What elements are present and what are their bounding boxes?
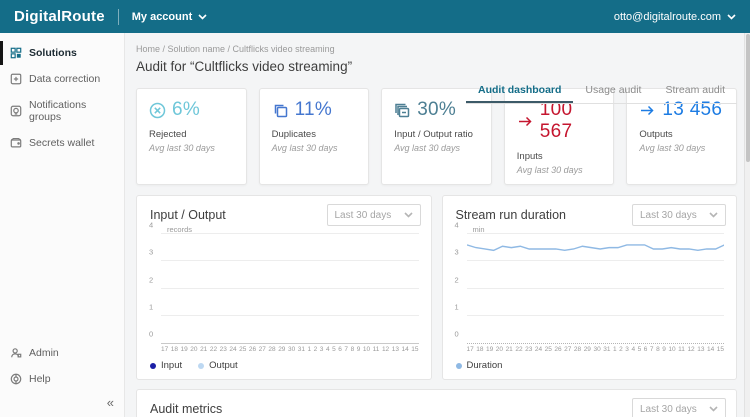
- kpi-label: Input / Output ratio: [394, 129, 473, 140]
- wallet-icon: [10, 137, 22, 148]
- copy-icon: [274, 104, 287, 117]
- tab-bar: Audit dashboard Usage audit Stream audit: [466, 79, 737, 104]
- charts-row: Input / Output Last 30 days 0 1 2 3 4 records…: [136, 195, 737, 380]
- kpi-value: 100 567: [539, 99, 573, 142]
- sidebar-collapse-button[interactable]: «: [107, 396, 114, 409]
- y-axis-unit: min: [472, 225, 485, 234]
- circle-cross-icon: [149, 102, 166, 118]
- legend-item: Input: [150, 360, 182, 371]
- kpi-label: Inputs: [516, 151, 543, 162]
- panel-title: Audit metrics: [150, 402, 223, 416]
- range-select[interactable]: Last 30 days: [632, 204, 726, 226]
- kpi-subtext: Avg last 30 days: [639, 143, 706, 153]
- admin-user-icon: [11, 348, 22, 358]
- kpi-subtext: Avg last 30 days: [516, 165, 583, 175]
- legend-item: Output: [198, 360, 238, 371]
- brand-logo: DigitalRoute: [14, 8, 105, 25]
- notifications-icon: [10, 105, 22, 117]
- stream-run-duration-panel: Stream run duration Last 30 days 0 1 2 3 4 mi…: [441, 195, 737, 380]
- chevron-down-icon: [198, 13, 207, 20]
- x-axis-labels: 17 18 19 20 21 22 23 24 25 26 27 28 29 30 31 1 2 3 4 5 6 7 8 9 1…: [161, 346, 419, 353]
- kpi-label: Rejected: [149, 129, 187, 140]
- help-buoy-icon: [10, 373, 22, 385]
- audit-metrics-panel: Audit metrics Last 30 days 4 records: [136, 389, 737, 417]
- my-account-menu[interactable]: My account: [132, 11, 208, 23]
- my-account-label: My account: [131, 10, 193, 23]
- sidebar-item-secrets-wallet[interactable]: Secrets wallet: [0, 130, 124, 156]
- sidebar-item-solutions[interactable]: Solutions: [0, 40, 124, 66]
- kpi-card-rejected: 6% Rejected Avg last 30 days: [136, 88, 247, 185]
- y-axis-unit: records: [167, 225, 193, 234]
- tab-stream-audit[interactable]: Stream audit: [653, 79, 737, 103]
- chevron-down-icon: [709, 406, 718, 412]
- copies-minus-icon: [395, 103, 410, 117]
- range-select[interactable]: Last 30 days: [632, 398, 726, 417]
- scrollbar-thumb[interactable]: [746, 34, 750, 162]
- sidebar-item-admin[interactable]: Admin: [0, 340, 124, 366]
- kpi-card-duplicates: 11% Duplicates Avg last 30 days: [258, 88, 370, 185]
- range-select[interactable]: Last 30 days: [326, 204, 421, 226]
- main-content: Home / Solution name / Cultflicks video …: [125, 33, 750, 417]
- kpi-value: 6%: [172, 99, 201, 120]
- user-email: otto@digitalroute.com: [613, 10, 721, 23]
- sidebar-item-label: Help: [29, 373, 51, 385]
- sidebar: Solutions Data correction Notifications …: [0, 33, 125, 417]
- sidebar-item-label: Notifications groups: [29, 99, 87, 123]
- top-bar: DigitalRoute My account otto@digitalrout…: [0, 0, 750, 33]
- kpi-value: 11%: [294, 99, 333, 120]
- breadcrumb[interactable]: Home / Solution name / Cultflicks video …: [136, 44, 737, 54]
- sidebar-item-notifications-groups[interactable]: Notifications groups: [0, 92, 124, 130]
- chevron-down-icon: [709, 212, 718, 218]
- tab-audit-dashboard[interactable]: Audit dashboard: [466, 79, 573, 103]
- arrow-right-icon: [641, 105, 654, 115]
- sidebar-item-label: Admin: [29, 347, 59, 359]
- bar-chart: 0 1 2 3 4 records: [149, 221, 419, 344]
- sidebar-item-label: Solutions: [29, 47, 77, 59]
- sidebar-footer: Admin Help «: [0, 340, 124, 417]
- x-axis-labels: 17 18 19 20 21 22 23 24 25 26 27 28 29 30 31 1 2 3 4 5 6 7 8 9 1…: [466, 346, 724, 353]
- chart-legend: Input Output: [137, 353, 431, 379]
- page-title: Audit for “Cultflicks video streaming”: [136, 59, 353, 74]
- chart-legend: Duration: [443, 353, 737, 379]
- chevron-down-icon: [727, 13, 736, 20]
- arrow-right-icon: [518, 116, 532, 126]
- sidebar-item-data-correction[interactable]: Data correction: [0, 66, 124, 92]
- kpi-subtext: Avg last 30 days: [394, 143, 461, 153]
- panel-title: Input / Output: [150, 208, 226, 222]
- line-chart: 0 1 2 3 4 min: [455, 221, 724, 344]
- kpi-value: 30%: [417, 99, 457, 120]
- user-menu[interactable]: otto@digitalroute.com: [614, 11, 736, 23]
- sidebar-item-help[interactable]: Help: [0, 366, 124, 392]
- kpi-label: Outputs: [639, 129, 673, 140]
- kpi-subtext: Avg last 30 days: [149, 143, 215, 153]
- vertical-scrollbar[interactable]: [744, 33, 750, 417]
- divider: [117, 8, 119, 25]
- plus-square-icon: [10, 73, 22, 85]
- chevron-down-icon: [403, 212, 413, 218]
- sidebar-item-label: Secrets wallet: [29, 137, 95, 149]
- tab-usage-audit[interactable]: Usage audit: [573, 79, 653, 103]
- sidebar-item-label: Data correction: [29, 73, 101, 85]
- legend-item: Duration: [455, 360, 502, 371]
- input-output-panel: Input / Output Last 30 days 0 1 2 3 4 records…: [136, 195, 432, 380]
- panel-title: Stream run duration: [455, 208, 566, 222]
- solutions-icon: [10, 47, 22, 59]
- kpi-subtext: Avg last 30 days: [271, 143, 338, 153]
- kpi-label: Duplicates: [271, 129, 316, 140]
